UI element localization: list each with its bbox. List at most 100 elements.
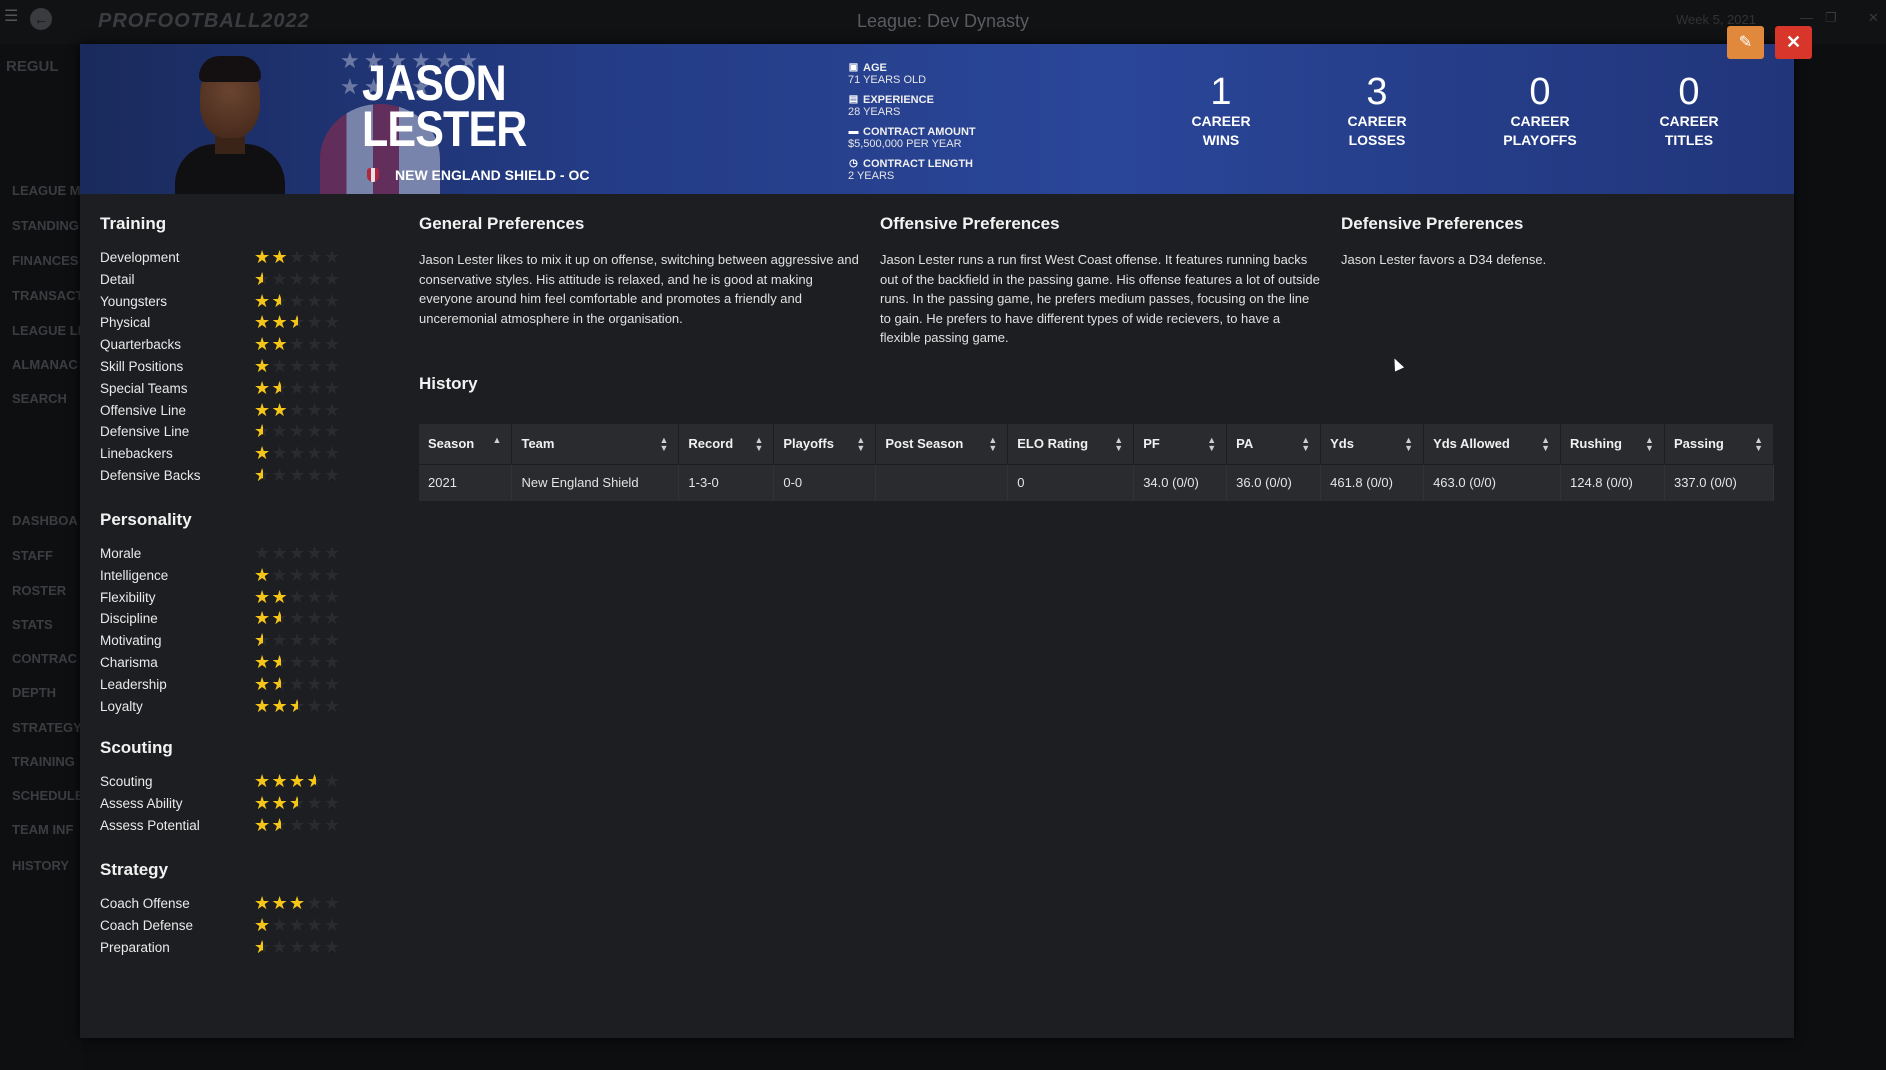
career-titles-number: 0 [1678,71,1700,113]
sort-icon[interactable]: ▲ ▼ [1114,436,1123,453]
sort-icon[interactable]: ▲ ▼ [1301,436,1310,453]
sort-icon[interactable]: ▲ ▼ [754,436,763,453]
star-icon: ★ [271,268,288,289]
career-losses: 3 CAREER LOSSES [1327,72,1427,150]
star-icon: ★ [306,914,323,935]
nav-item-8[interactable]: STAFF [12,548,53,563]
star-icon: ★ ★ [254,356,271,376]
sort-icon[interactable]: ▲ ▼ [1645,436,1654,453]
star-icon: ★ [289,608,306,629]
sort-icon[interactable]: ▲ ▼ [659,436,668,453]
column-header-label: Post Season [885,436,964,452]
nav-item-15[interactable]: SCHEDULE [12,788,82,803]
column-header-label: Passing [1673,436,1724,452]
rating-label: Motivating [100,633,162,649]
sort-icon[interactable]: ▲ ▼ [1754,436,1763,453]
rating-row: Youngsters ★ ★ ★ ★ ★ ★ ★ [100,292,340,312]
star-icon: ★ [324,630,341,651]
nav-item-9[interactable]: ROSTER [12,583,66,598]
offensive-preferences-text: Jason Lester runs a run first West Coast… [880,252,1320,345]
star-icon: ★ [324,543,341,563]
edit-button[interactable]: ✎ [1727,26,1764,59]
star-icon: ★ [324,936,341,957]
column-header-label: ELO Rating [1017,436,1089,452]
column-header-playoffs[interactable]: Playoffs ▲ ▼ [773,424,877,464]
nav-item-0[interactable]: LEAGUE M [12,183,81,198]
season-tab[interactable]: REGUL [0,52,82,82]
nav-item-10[interactable]: STATS [12,617,53,632]
nav-item-12[interactable]: DEPTH [12,685,56,700]
career-losses-label-2: LOSSES [1348,132,1406,148]
star-icon: ★ ★ [254,771,271,791]
sort-icon[interactable]: ▲ ▼ [1207,436,1216,453]
nav-item-4[interactable]: LEAGUE LE [12,323,82,338]
star-icon: ★ ★ [289,695,306,716]
minimize-window-icon[interactable]: — [1800,10,1813,25]
star-icon: ★ [306,814,323,835]
rating-label: Development [100,250,180,265]
nav-item-7[interactable]: DASHBOA [12,513,78,528]
rating-row: Development ★ ★ ★ ★ ★ ★ ★ [100,248,340,268]
column-header-yds[interactable]: Yds ▲ ▼ [1320,424,1425,464]
column-header-label: Team [521,436,555,452]
nav-item-1[interactable]: STANDING [12,218,79,233]
star-icon: ★ [324,334,341,355]
column-header-record[interactable]: Record ▲ ▼ [678,424,775,464]
sort-icon[interactable]: ▲ ▼ [1404,436,1413,453]
age-label: AGE [863,62,887,74]
star-icon: ★ [306,247,323,267]
sort-icon[interactable]: ▲ ▼ [988,436,997,453]
column-header-season[interactable]: Season ▲ [419,424,513,464]
star-rating: ★ ★ ★ ★ ★ ★ [254,938,354,958]
star-icon: ★ [306,399,323,420]
nav-item-11[interactable]: CONTRAC [12,651,77,666]
column-header-elo-rating[interactable]: ELO Rating ▲ ▼ [1007,424,1135,464]
nav-item-6[interactable]: SEARCH [12,391,67,406]
column-header-pa[interactable]: PA ▲ ▼ [1226,424,1322,464]
money-icon: ▬ [848,126,859,137]
column-header-label: Rushing [1570,436,1622,452]
table-cell: 124.8 (0/0) [1560,463,1665,501]
history-header-row: Season ▲ Team ▲ ▼ Record ▲ ▼ Playoffs ▲ ▼ Post Seas… [419,424,1775,464]
rating-row: Quarterbacks ★ ★ ★ ★ ★ ★ ★ [100,335,340,355]
column-header-pf[interactable]: PF ▲ ▼ [1133,424,1228,464]
rating-row: Physical ★ ★ ★ ★ ★ ★ ★ ★ [100,313,340,333]
star-icon: ★ ★ [271,399,288,420]
sort-icon[interactable]: ▲ [493,436,502,445]
nav-item-14[interactable]: TRAINING [12,754,75,769]
star-icon: ★ ★ [271,247,288,267]
star-icon: ★ [324,564,341,585]
column-header-post-season[interactable]: Post Season ▲ ▼ [875,424,1009,464]
career-titles: 0 CAREER TITLES [1639,72,1739,150]
coach-team-role: NEW ENGLAND SHIELD - OC [395,167,590,183]
table-cell: 461.8 (0/0) [1320,463,1425,501]
star-icon: ★ [324,399,341,420]
star-icon: ★ [289,247,306,267]
rating-label: Assess Ability [100,795,183,811]
sort-icon[interactable]: ▲ ▼ [856,436,865,453]
table-row[interactable]: 2021 New England Shield 1-3-0 0-0 0 34.0 (0/0… [419,463,1775,501]
column-header-label: PF [1143,436,1160,452]
column-header-passing[interactable]: Passing ▲ ▼ [1664,424,1775,464]
star-icon: ★ ★ [254,936,271,957]
star-icon: ★ ★ [254,893,271,913]
close-button[interactable]: ✕ [1775,26,1812,59]
nav-item-3[interactable]: TRANSACT [12,288,82,303]
nav-item-2[interactable]: FINANCES [12,253,78,268]
table-cell: 36.0 (0/0) [1226,463,1322,501]
rating-label: Assess Potential [100,817,200,833]
column-header-yds-allowed[interactable]: Yds Allowed ▲ ▼ [1423,424,1561,464]
star-icon: ★ [324,356,341,376]
nav-item-16[interactable]: TEAM INF [12,822,73,837]
restore-window-icon[interactable]: ❐ [1825,10,1837,26]
defensive-preferences-text: Jason Lester favors a D34 defense. [1341,252,1547,267]
sort-icon[interactable]: ▲ ▼ [1541,436,1550,453]
star-icon: ★ ★ [254,443,271,464]
star-icon: ★ ★ [254,814,271,835]
column-header-rushing[interactable]: Rushing ▲ ▼ [1560,424,1665,464]
nav-item-5[interactable]: ALMANAC [12,357,78,372]
nav-item-17[interactable]: HISTORY [12,858,69,873]
column-header-team[interactable]: Team ▲ ▼ [511,424,680,464]
close-window-icon[interactable]: ✕ [1868,10,1879,26]
nav-item-13[interactable]: STRATEGY [12,720,82,735]
